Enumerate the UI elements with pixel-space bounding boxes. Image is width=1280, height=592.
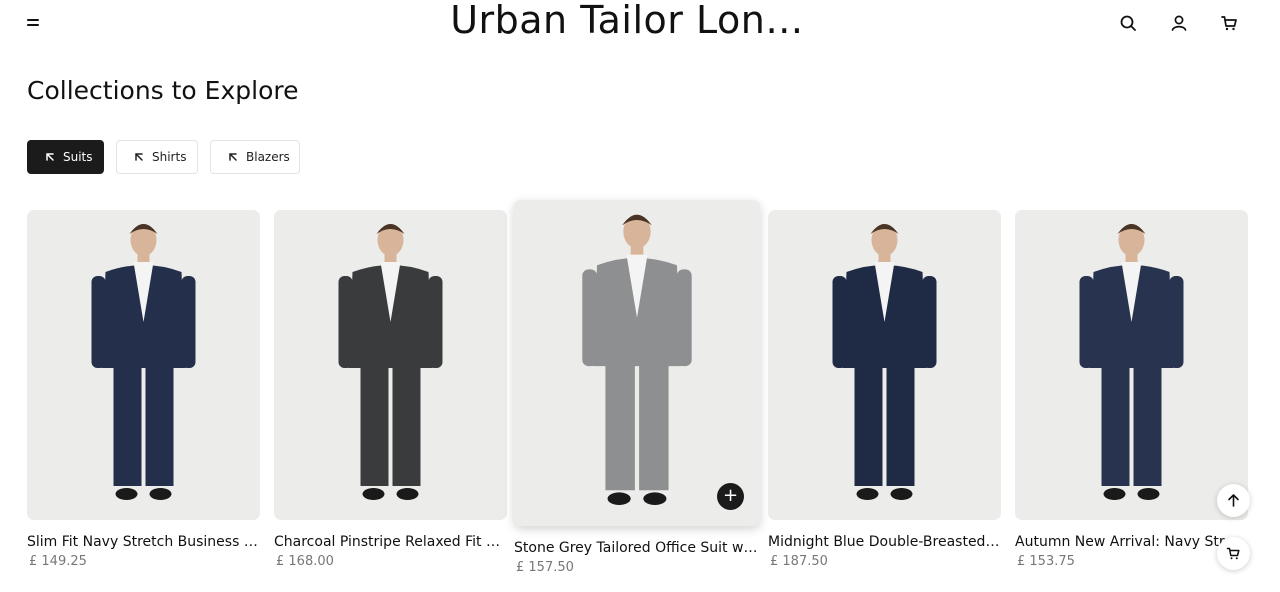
floating-cart-button[interactable] bbox=[1217, 537, 1250, 570]
product-image[interactable] bbox=[768, 210, 1001, 520]
arrow-up-icon bbox=[1228, 494, 1239, 507]
product-price: £ 149.25 bbox=[29, 554, 87, 569]
add-to-cart-button[interactable]: + bbox=[717, 483, 744, 510]
model-photo bbox=[91, 224, 196, 500]
filter-chip-label: Shirts bbox=[152, 150, 187, 164]
model-photo bbox=[582, 214, 692, 505]
filter-chip-suits[interactable]: Suits bbox=[27, 140, 104, 174]
product-card[interactable]: + Stone Grey Tailored Office Suit with …… bbox=[514, 200, 760, 575]
arrow-up-left-icon bbox=[229, 153, 237, 161]
section-title: Collections to Explore bbox=[27, 76, 299, 105]
product-card[interactable]: Autumn New Arrival: Navy Stretch £ 153.7… bbox=[1015, 210, 1248, 569]
product-price: £ 187.50 bbox=[770, 554, 828, 569]
account-icon[interactable] bbox=[1168, 12, 1190, 34]
model-photo bbox=[1079, 224, 1184, 500]
product-name[interactable]: Midnight Blue Double-Breasted Busi… bbox=[768, 534, 1001, 550]
product-image[interactable] bbox=[274, 210, 507, 520]
product-card[interactable]: Midnight Blue Double-Breasted Busi… £ 18… bbox=[768, 210, 1001, 569]
product-price: £ 157.50 bbox=[516, 560, 574, 575]
product-image[interactable] bbox=[1015, 210, 1248, 520]
search-icon[interactable] bbox=[1117, 12, 1139, 34]
filter-chip-label: Blazers bbox=[246, 150, 290, 164]
product-name[interactable]: Charcoal Pinstripe Relaxed Fit Wool … bbox=[274, 534, 507, 550]
model-photo bbox=[338, 224, 443, 500]
product-price: £ 168.00 bbox=[276, 554, 334, 569]
brand-title[interactable]: Urban Tailor Lon… bbox=[0, 0, 1254, 42]
cart-icon[interactable] bbox=[1218, 12, 1240, 34]
product-image[interactable]: + bbox=[514, 200, 760, 526]
model-photo bbox=[832, 224, 937, 500]
cart-icon bbox=[1226, 547, 1240, 560]
filter-chip-label: Suits bbox=[63, 150, 93, 164]
product-name[interactable]: Autumn New Arrival: Navy Stretch bbox=[1015, 534, 1248, 550]
product-name[interactable]: Slim Fit Navy Stretch Business Suit f… bbox=[27, 534, 260, 550]
product-card[interactable]: Charcoal Pinstripe Relaxed Fit Wool … £ … bbox=[274, 210, 507, 569]
filter-chip-blazers[interactable]: Blazers bbox=[210, 140, 300, 174]
arrow-up-left-icon bbox=[135, 153, 143, 161]
arrow-up-left-icon bbox=[46, 153, 54, 161]
filter-chip-shirts[interactable]: Shirts bbox=[116, 140, 198, 174]
product-name[interactable]: Stone Grey Tailored Office Suit with … bbox=[514, 540, 760, 556]
site-header: Urban Tailor Lon… bbox=[0, 0, 1280, 46]
product-image[interactable] bbox=[27, 210, 260, 520]
scroll-to-top-button[interactable] bbox=[1217, 484, 1250, 517]
product-card[interactable]: Slim Fit Navy Stretch Business Suit f… £… bbox=[27, 210, 260, 569]
product-price: £ 153.75 bbox=[1017, 554, 1075, 569]
